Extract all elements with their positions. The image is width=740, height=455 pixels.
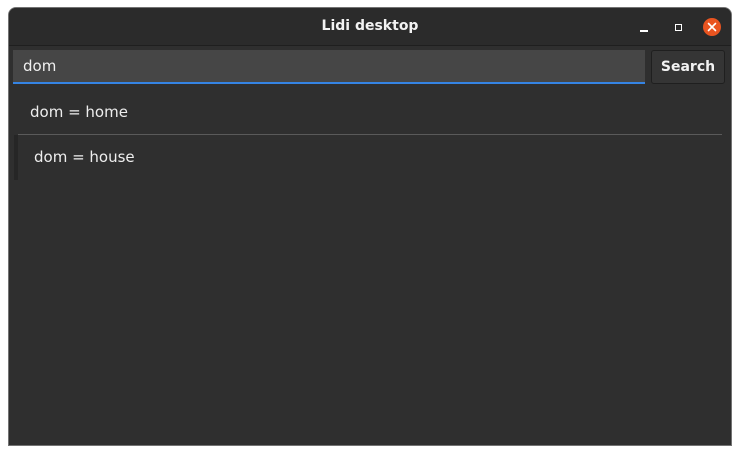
minimize-icon [640,30,648,32]
close-button[interactable] [702,17,722,37]
title-bar[interactable]: Lidi desktop [9,8,731,46]
list-item[interactable]: dom = home [18,90,722,135]
result-text: dom = home [30,103,128,121]
list-item[interactable]: dom = house [14,135,722,180]
maximize-icon [674,23,682,31]
close-icon [703,18,721,36]
maximize-button[interactable] [668,17,688,37]
results-list: dom = home dom = house [14,90,722,180]
minimize-button[interactable] [634,17,654,37]
result-text: dom = house [34,148,135,166]
window-title: Lidi desktop [321,18,419,34]
search-button[interactable]: Search [651,50,725,84]
app-window: Lidi desktop Search dom = home dom = hou… [9,8,731,445]
search-input[interactable] [13,50,645,84]
